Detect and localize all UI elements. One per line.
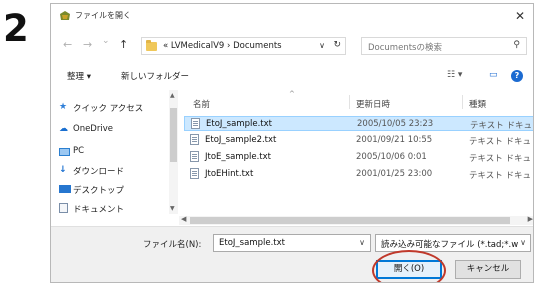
folder-icon — [146, 40, 157, 51]
desktop-icon — [59, 185, 71, 193]
close-icon[interactable]: ✕ — [515, 9, 525, 23]
breadcrumb-item-lvmedicalv9[interactable]: LVMedicalV9 — [171, 41, 224, 51]
navigation-pane: ★ クイック アクセス ☁ OneDrive PC ↓ ダウンロード デスクトッ… — [51, 90, 171, 215]
file-date: 2001/09/21 10:55 — [356, 135, 433, 145]
filename-label: ファイル名(N): — [143, 240, 202, 250]
recent-locations-icon[interactable]: ⌄ — [102, 36, 110, 46]
file-name: EtoJ_sample2.txt — [205, 135, 277, 145]
file-list: 名前 ^ 更新日時 種類 EtoJ_sample.txt 2005/10/05 … — [181, 90, 533, 214]
nav-item-pc[interactable]: PC — [73, 146, 84, 156]
up-arrow-icon[interactable]: ↑ — [119, 38, 128, 51]
file-type-select[interactable]: 読み込み可能なファイル (*.tad;*.w ∨ — [375, 234, 531, 252]
download-icon: ↓ — [59, 165, 67, 175]
file-type: テキスト ドキュ — [469, 154, 531, 164]
file-row[interactable]: JtoEHint.txt 2001/01/25 23:00 テキスト ドキュ — [184, 167, 533, 182]
file-row[interactable]: EtoJ_sample.txt 2005/10/05 23:23 テキスト ドキ… — [184, 116, 533, 131]
toolbar: 整理 ▾ 新しいフォルダー ☷ ▾ ▭ ? — [51, 66, 533, 88]
back-arrow-icon[interactable]: ← — [63, 38, 72, 51]
file-name: JtoE_sample.txt — [205, 152, 271, 162]
file-type: テキスト ドキュ — [469, 171, 531, 181]
help-icon[interactable]: ? — [511, 70, 523, 82]
file-date: 2005/10/05 23:23 — [357, 119, 434, 129]
search-placeholder: Documentsの検索 — [368, 43, 442, 53]
scroll-left-icon[interactable]: ◀ — [181, 215, 186, 223]
file-type: テキスト ドキュ — [469, 137, 531, 147]
file-row[interactable]: JtoE_sample.txt 2005/10/06 0:01 テキスト ドキュ — [184, 150, 533, 165]
document-icon — [59, 203, 68, 213]
file-date: 2001/01/25 23:00 — [356, 169, 433, 179]
breadcrumb-item-documents[interactable]: Documents — [233, 41, 281, 51]
scroll-thumb[interactable] — [190, 217, 510, 224]
file-date: 2005/10/06 0:01 — [356, 152, 427, 162]
step-number: 2 — [3, 7, 29, 50]
scroll-up-icon[interactable]: ▲ — [170, 92, 175, 99]
file-name: JtoEHint.txt — [205, 169, 254, 179]
nav-item-onedrive[interactable]: OneDrive — [73, 124, 113, 134]
highlight-circle — [372, 250, 446, 282]
text-file-icon — [190, 134, 199, 145]
search-icon: ⚲ — [513, 40, 520, 50]
text-file-icon — [190, 151, 199, 162]
chevron-down-icon[interactable]: ∨ — [359, 238, 365, 247]
preview-pane-icon[interactable]: ▭ — [489, 70, 498, 80]
title-bar: ファイルを開く ✕ — [51, 4, 533, 28]
column-divider[interactable] — [349, 95, 350, 109]
breadcrumb-overflow[interactable]: « — [163, 41, 168, 51]
star-icon: ★ — [59, 102, 68, 112]
new-folder-button[interactable]: 新しいフォルダー — [121, 70, 189, 82]
nav-item-desktop[interactable]: デスクトップ — [73, 184, 124, 196]
nav-item-quick-access[interactable]: クイック アクセス — [73, 102, 143, 114]
scroll-down-icon[interactable]: ▼ — [170, 205, 175, 212]
file-row[interactable]: EtoJ_sample2.txt 2001/09/21 10:55 テキスト ド… — [184, 133, 533, 148]
sort-ascending-icon: ^ — [289, 90, 295, 98]
breadcrumb: « LVMedicalV9 › Documents — [163, 41, 282, 51]
text-file-icon — [191, 118, 200, 129]
text-file-icon — [190, 168, 199, 179]
column-header-type[interactable]: 種類 — [469, 98, 486, 110]
scroll-right-icon[interactable]: ▶ — [528, 215, 533, 223]
organize-button[interactable]: 整理 ▾ — [67, 70, 91, 82]
search-input[interactable]: Documentsの検索 ⚲ — [361, 37, 527, 55]
column-header-date[interactable]: 更新日時 — [356, 98, 390, 110]
cloud-icon: ☁ — [59, 124, 68, 134]
open-file-dialog: ファイルを開く ✕ ← → ⌄ ↑ « LVMedicalV9 › Docume… — [50, 3, 534, 283]
file-name: EtoJ_sample.txt — [206, 119, 272, 129]
view-options-icon[interactable]: ☷ ▾ — [447, 70, 462, 80]
breadcrumb-separator: › — [227, 41, 231, 51]
window-title: ファイルを開く — [75, 11, 131, 20]
nav-item-downloads[interactable]: ダウンロード — [73, 165, 124, 177]
column-divider[interactable] — [462, 95, 463, 109]
scroll-thumb[interactable] — [170, 108, 177, 162]
forward-arrow-icon[interactable]: → — [83, 38, 92, 51]
file-list-horizontal-scrollbar[interactable]: ◀ ▶ — [179, 215, 533, 225]
filename-field[interactable]: EtoJ_sample.txt ∨ — [213, 234, 371, 252]
filename-value: EtoJ_sample.txt — [219, 238, 285, 248]
nav-item-documents[interactable]: ドキュメント — [73, 203, 124, 215]
app-icon — [60, 11, 70, 20]
file-type: テキスト ドキュ — [470, 121, 532, 131]
refresh-icon[interactable]: ↻ — [333, 40, 341, 50]
pc-icon — [59, 148, 70, 156]
address-dropdown-icon[interactable]: ∨ — [319, 41, 325, 50]
address-bar[interactable]: « LVMedicalV9 › Documents ∨ ↻ — [141, 37, 346, 55]
dialog-footer: ファイル名(N): EtoJ_sample.txt ∨ 読み込み可能なファイル … — [51, 226, 533, 282]
address-row: ← → ⌄ ↑ « LVMedicalV9 › Documents ∨ ↻ Do… — [51, 35, 533, 57]
column-header-name[interactable]: 名前 — [193, 98, 210, 110]
file-type-value: 読み込み可能なファイル (*.tad;*.w — [381, 240, 519, 250]
cancel-button[interactable]: キャンセル — [455, 260, 521, 279]
chevron-down-icon[interactable]: ∨ — [520, 238, 526, 247]
nav-vertical-scrollbar[interactable]: ▲ ▼ — [169, 90, 178, 214]
